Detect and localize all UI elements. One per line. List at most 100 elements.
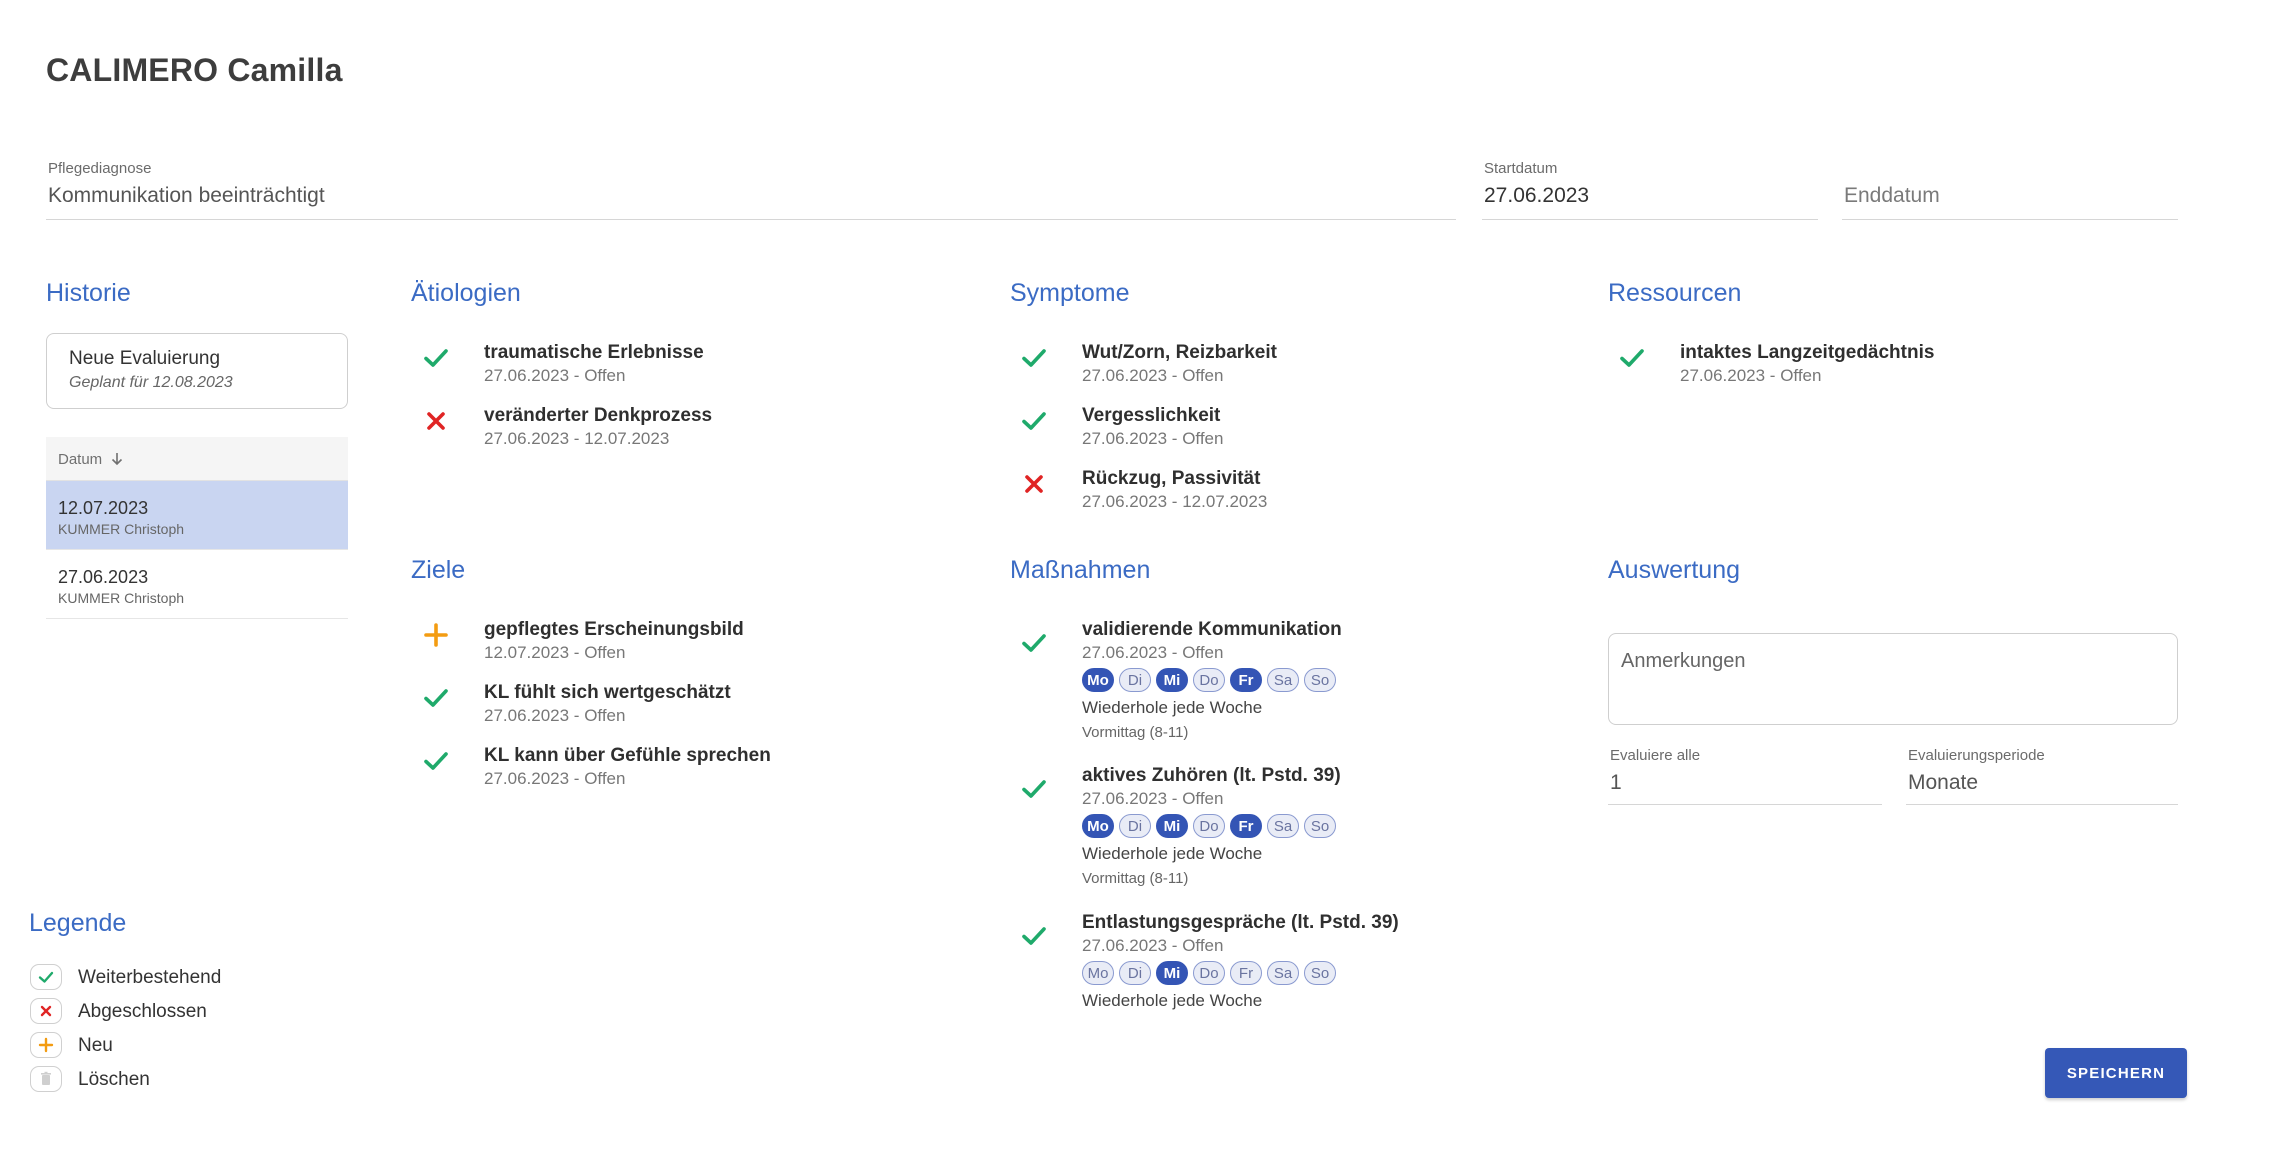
- check-icon[interactable]: [422, 344, 450, 372]
- symptom-date: 27.06.2023 - 12.07.2023: [1082, 492, 1268, 511]
- massnahme-repeat: Wiederhole jede Woche: [1082, 844, 1263, 863]
- history-row-date: 12.07.2023: [58, 498, 149, 518]
- cross-icon: [40, 1005, 52, 1017]
- diagnosis-label: Pflegediagnose: [48, 160, 152, 177]
- check-icon[interactable]: [1020, 344, 1048, 372]
- weekday-chip[interactable]: So: [1304, 668, 1336, 692]
- massnahme-item[interactable]: validierende Kommunikation 27.06.2023 - …: [1020, 619, 1540, 749]
- ziel-item[interactable]: KL kann über Gefühle sprechen 27.06.2023…: [422, 745, 922, 795]
- legend-title: Legende: [29, 909, 127, 937]
- symptome-title: Symptome: [1010, 279, 1130, 307]
- weekday-chip[interactable]: Do: [1193, 668, 1225, 692]
- date-column-label: Datum: [58, 451, 103, 468]
- ziel-item[interactable]: gepflegtes Erscheinungsbild 12.07.2023 -…: [422, 619, 922, 669]
- weekday-chip[interactable]: So: [1304, 814, 1336, 838]
- weekday-chip[interactable]: Mi: [1156, 668, 1188, 692]
- weekday-selector: Mo Di Mi Do Fr Sa So: [1082, 961, 1336, 985]
- ziel-date: 12.07.2023 - Offen: [484, 643, 626, 662]
- weekday-chip[interactable]: Mo: [1082, 814, 1114, 838]
- weekday-chip[interactable]: Mo: [1082, 668, 1114, 692]
- history-table: Datum 12.07.2023 KUMMER Christoph 27.06.…: [46, 437, 348, 619]
- evaluate-every-value: 1: [1610, 771, 1622, 794]
- end-date-placeholder: Enddatum: [1844, 184, 1940, 207]
- aetiologie-item[interactable]: veränderter Denkprozess 27.06.2023 - 12.…: [422, 405, 922, 455]
- check-icon[interactable]: [1020, 775, 1048, 803]
- evaluation-period-label: Evaluierungsperiode: [1908, 747, 2045, 764]
- start-date-field[interactable]: Startdatum 27.06.2023: [1482, 160, 1818, 220]
- check-icon[interactable]: [422, 747, 450, 775]
- new-evaluation-subtitle: Geplant für 12.08.2023: [69, 374, 233, 391]
- weekday-chip[interactable]: Do: [1193, 961, 1225, 985]
- check-icon[interactable]: [422, 684, 450, 712]
- evaluation-period-value: Monate: [1908, 771, 1979, 794]
- symptom-item[interactable]: Rückzug, Passivität 27.06.2023 - 12.07.2…: [1020, 468, 1520, 518]
- symptom-item[interactable]: Wut/Zorn, Reizbarkeit 27.06.2023 - Offen: [1020, 342, 1520, 392]
- end-date-field[interactable]: Enddatum: [1842, 160, 2178, 220]
- history-row-user: KUMMER Christoph: [58, 590, 185, 606]
- check-icon[interactable]: [1618, 344, 1646, 372]
- diagnosis-value: Kommunikation beeinträchtigt: [48, 184, 325, 207]
- save-button[interactable]: SPEICHERN: [2045, 1048, 2187, 1098]
- history-row[interactable]: 12.07.2023 KUMMER Christoph: [46, 481, 348, 550]
- weekday-chip[interactable]: Fr: [1230, 814, 1262, 838]
- weekday-chip[interactable]: Mi: [1156, 814, 1188, 838]
- ziele-title: Ziele: [411, 556, 466, 584]
- symptom-item[interactable]: Vergesslichkeit 27.06.2023 - Offen: [1020, 405, 1520, 455]
- ressource-item[interactable]: intaktes Langzeitgedächtnis 27.06.2023 -…: [1618, 342, 2118, 392]
- weekday-chip[interactable]: Fr: [1230, 668, 1262, 692]
- weekday-chip[interactable]: Sa: [1267, 961, 1299, 985]
- ressource-date: 27.06.2023 - Offen: [1680, 366, 1822, 385]
- aetiologie-date: 27.06.2023 - 12.07.2023: [484, 429, 670, 448]
- date-column-header[interactable]: Datum: [58, 451, 124, 468]
- weekday-chip[interactable]: Sa: [1267, 668, 1299, 692]
- symptom-title: Rückzug, Passivität: [1082, 468, 1261, 489]
- weekday-chip[interactable]: Mo: [1082, 961, 1114, 985]
- massnahme-title: Entlastungsgespräche (lt. Pstd. 39): [1082, 912, 1399, 933]
- cross-icon[interactable]: [422, 407, 450, 435]
- notes-textarea[interactable]: Anmerkungen: [1608, 633, 2178, 725]
- legend-label: Neu: [78, 1035, 113, 1056]
- ziel-item[interactable]: KL fühlt sich wertgeschätzt 27.06.2023 -…: [422, 682, 922, 732]
- new-evaluation-card[interactable]: Neue Evaluierung Geplant für 12.08.2023: [46, 333, 348, 409]
- weekday-chip[interactable]: Di: [1119, 814, 1151, 838]
- massnahme-item[interactable]: aktives Zuhören (lt. Pstd. 39) 27.06.202…: [1020, 765, 1540, 895]
- new-evaluation-title: Neue Evaluierung: [69, 348, 221, 369]
- evaluate-every-label: Evaluiere alle: [1610, 747, 1701, 764]
- weekday-chip[interactable]: Mi: [1156, 961, 1188, 985]
- massnahme-slot: Vormittag (8-11): [1082, 724, 1189, 741]
- massnahme-repeat: Wiederhole jede Woche: [1082, 991, 1263, 1010]
- weekday-chip[interactable]: Do: [1193, 814, 1225, 838]
- massnahme-slot: Vormittag (8-11): [1082, 870, 1189, 887]
- plus-icon[interactable]: [422, 621, 450, 649]
- weekday-chip[interactable]: So: [1304, 961, 1336, 985]
- weekday-selector: Mo Di Mi Do Fr Sa So: [1082, 668, 1336, 692]
- weekday-selector: Mo Di Mi Do Fr Sa So: [1082, 814, 1336, 838]
- history-row[interactable]: 27.06.2023 KUMMER Christoph: [46, 550, 348, 619]
- massnahme-title: aktives Zuhören (lt. Pstd. 39): [1082, 765, 1341, 786]
- legend-cross-badge: [30, 998, 62, 1024]
- aetiologie-date: 27.06.2023 - Offen: [484, 366, 626, 385]
- evaluation-period-field[interactable]: Evaluierungsperiode Monate: [1906, 747, 2178, 805]
- legend-trash-badge: [30, 1066, 62, 1092]
- evaluate-every-field[interactable]: Evaluiere alle 1: [1608, 747, 1882, 805]
- weekday-chip[interactable]: Di: [1119, 961, 1151, 985]
- massnahme-item[interactable]: Entlastungsgespräche (lt. Pstd. 39) 27.0…: [1020, 912, 1540, 1022]
- symptom-title: Wut/Zorn, Reizbarkeit: [1082, 342, 1277, 363]
- legend-plus-badge: [30, 1032, 62, 1058]
- check-icon[interactable]: [1020, 922, 1048, 950]
- cross-icon[interactable]: [1020, 470, 1048, 498]
- history-table-header[interactable]: Datum: [46, 437, 348, 481]
- trash-icon: [41, 1071, 51, 1085]
- weekday-chip[interactable]: Fr: [1230, 961, 1262, 985]
- check-icon[interactable]: [1020, 629, 1048, 657]
- aetiologie-item[interactable]: traumatische Erlebnisse 27.06.2023 - Off…: [422, 342, 922, 392]
- history-title: Historie: [46, 279, 131, 307]
- diagnosis-field[interactable]: Pflegediagnose Kommunikation beeinträcht…: [46, 160, 1456, 220]
- weekday-chip[interactable]: Sa: [1267, 814, 1299, 838]
- check-icon[interactable]: [1020, 407, 1048, 435]
- weekday-chip[interactable]: Di: [1119, 668, 1151, 692]
- ziel-title: KL fühlt sich wertgeschätzt: [484, 682, 731, 703]
- plus-icon: [38, 1037, 54, 1053]
- start-date-label: Startdatum: [1484, 160, 1558, 177]
- check-icon: [38, 971, 54, 983]
